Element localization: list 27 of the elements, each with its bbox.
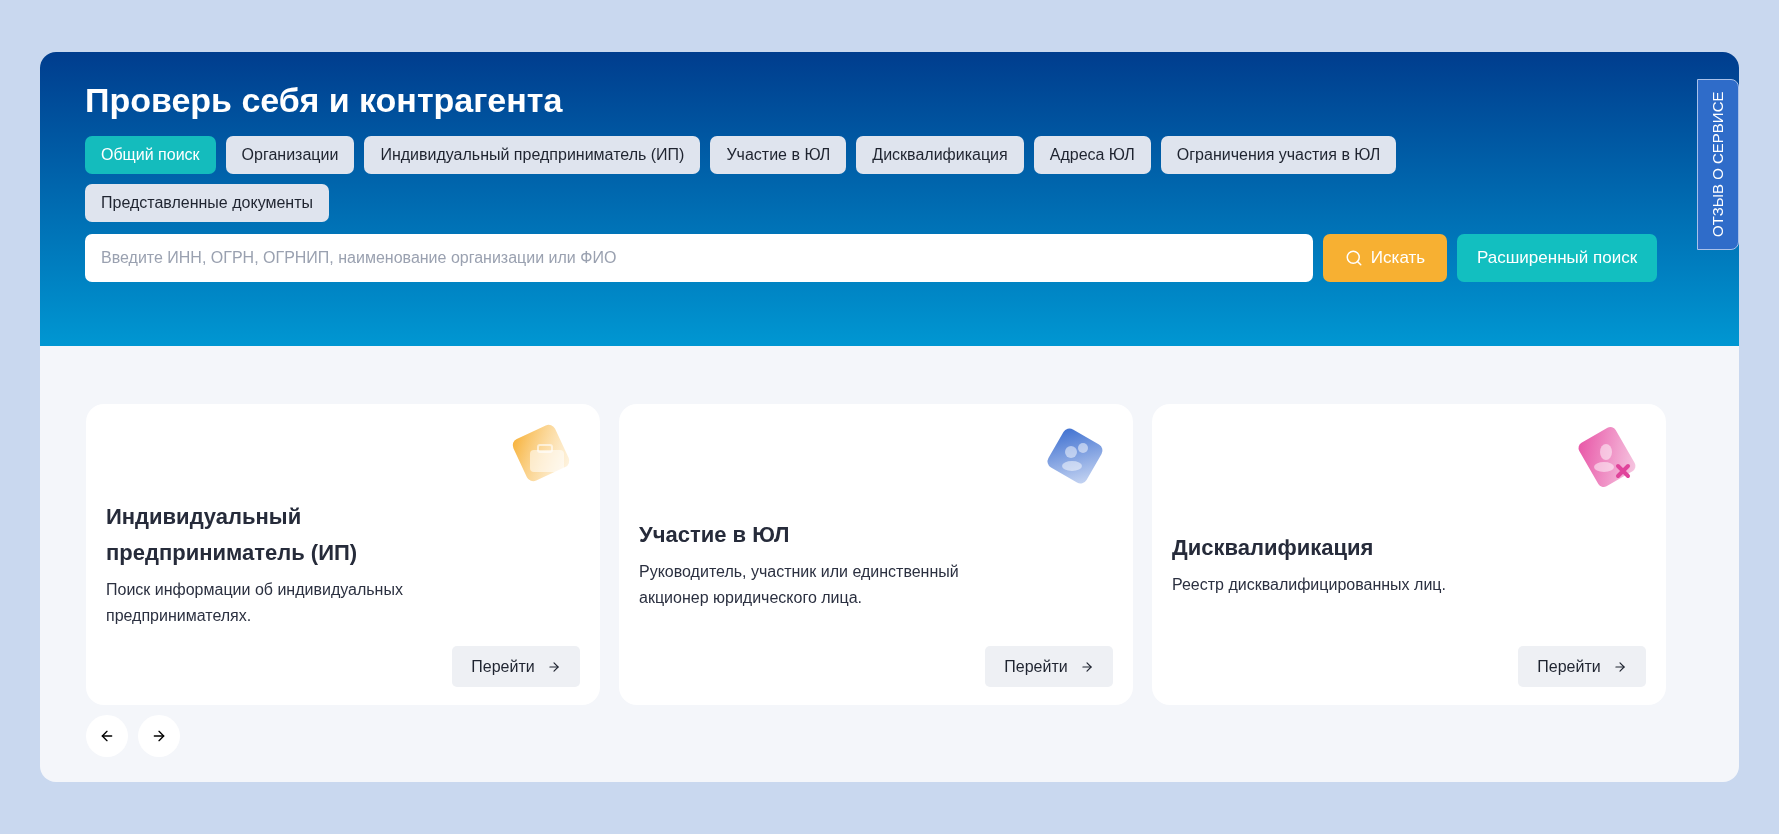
search-icon (1344, 249, 1363, 267)
arrow-right-icon (1079, 659, 1094, 674)
card-description: Руководитель, участник или единственный акционер юридического лица. (639, 562, 960, 608)
go-button[interactable]: Перейти (1518, 646, 1646, 687)
arrow-right-icon (1612, 659, 1627, 674)
arrow-right-icon (151, 728, 167, 744)
filter-tab[interactable]: Ограничения участия в ЮЛ (1160, 136, 1397, 174)
feedback-tab[interactable]: ОТЗЫВ О СЕРВИСЕ (1697, 79, 1739, 250)
arrow-right-icon (546, 659, 561, 674)
card-title: Дисквалификация (1172, 534, 1375, 562)
go-button[interactable]: Перейти (985, 646, 1113, 687)
card-title: Участие в ЮЛ (639, 521, 791, 549)
search-field[interactable]: Введите ИНН, ОГРН, ОГРНИП, наименование организации или ФИО (85, 234, 1313, 282)
filter-tab[interactable]: Индивидуальный предприниматель (ИП) (364, 136, 701, 174)
filter-tab[interactable]: Дисквалификация (856, 136, 1024, 174)
previous-button[interactable] (86, 715, 128, 757)
go-button[interactable]: Перейти (452, 646, 580, 687)
card-description: Поиск информации об индивидуальных предпринимателях. (106, 580, 404, 626)
filter-tab[interactable]: Представленные документы (85, 184, 329, 222)
card-description: Реестр дисквалифицированных лиц. (1172, 575, 1447, 595)
arrow-left-icon (99, 728, 115, 744)
next-button[interactable] (138, 715, 180, 757)
filter-tab[interactable]: Участие в ЮЛ (710, 136, 847, 174)
page-title: Проверь себя и контрагента (85, 80, 564, 121)
card-title: Индивидуальный предприниматель (ИП) (106, 503, 359, 567)
filter-tab[interactable]: Организации (225, 136, 355, 174)
filter-tab[interactable]: Адреса ЮЛ (1033, 136, 1151, 174)
